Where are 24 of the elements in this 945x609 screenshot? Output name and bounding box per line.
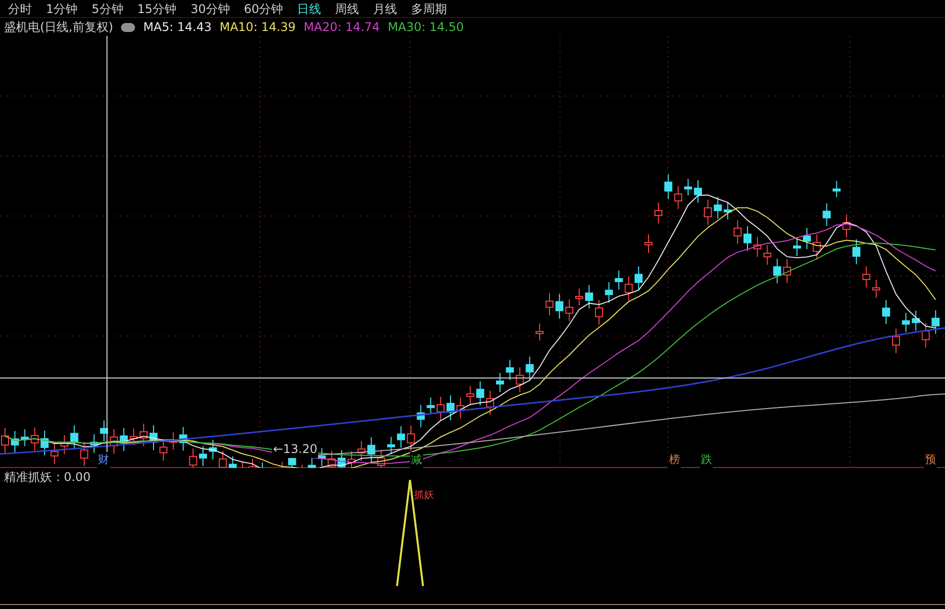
event-marker: 榜 — [668, 452, 681, 468]
period-tab[interactable]: 60分钟 — [244, 0, 284, 18]
period-tab[interactable]: 30分钟 — [190, 0, 230, 18]
stock-title: 盛机电(日线,前复权) — [4, 19, 114, 36]
indicator-name: 精准抓妖 — [4, 469, 52, 486]
period-tab[interactable]: 月线 — [373, 0, 398, 18]
period-tab[interactable]: 1分钟 — [46, 0, 78, 18]
period-tab[interactable]: 多周期 — [411, 0, 448, 18]
indicator-value: : 0.00 — [56, 469, 91, 486]
moving-average-value: MA20: 14.74 — [304, 19, 380, 36]
period-tab[interactable]: 分时 — [8, 0, 32, 18]
event-marker: 跌 — [700, 452, 713, 468]
moving-average-value: MA5: 14.43 — [143, 19, 212, 36]
event-marker: 财 — [97, 452, 110, 468]
period-tab[interactable]: 周线 — [335, 0, 360, 18]
period-tab[interactable]: 5分钟 — [92, 0, 124, 18]
event-marker: 预 — [924, 452, 937, 468]
dropdown-icon[interactable] — [121, 22, 136, 32]
event-marker: 减 — [410, 452, 423, 468]
moving-average-value: MA10: 14.39 — [220, 19, 296, 36]
period-tab[interactable]: 日线 — [297, 0, 322, 18]
signal-label: 抓妖 — [414, 489, 434, 503]
moving-average-value: MA30: 14.50 — [388, 19, 464, 36]
period-tab[interactable]: 15分钟 — [137, 0, 177, 18]
